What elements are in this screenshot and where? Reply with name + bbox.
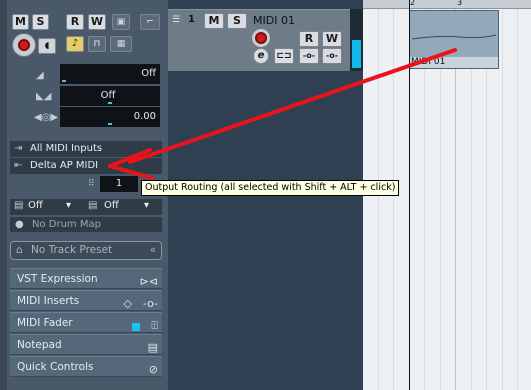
tooltip: Output Routing (all selected with Shift … bbox=[141, 180, 400, 196]
